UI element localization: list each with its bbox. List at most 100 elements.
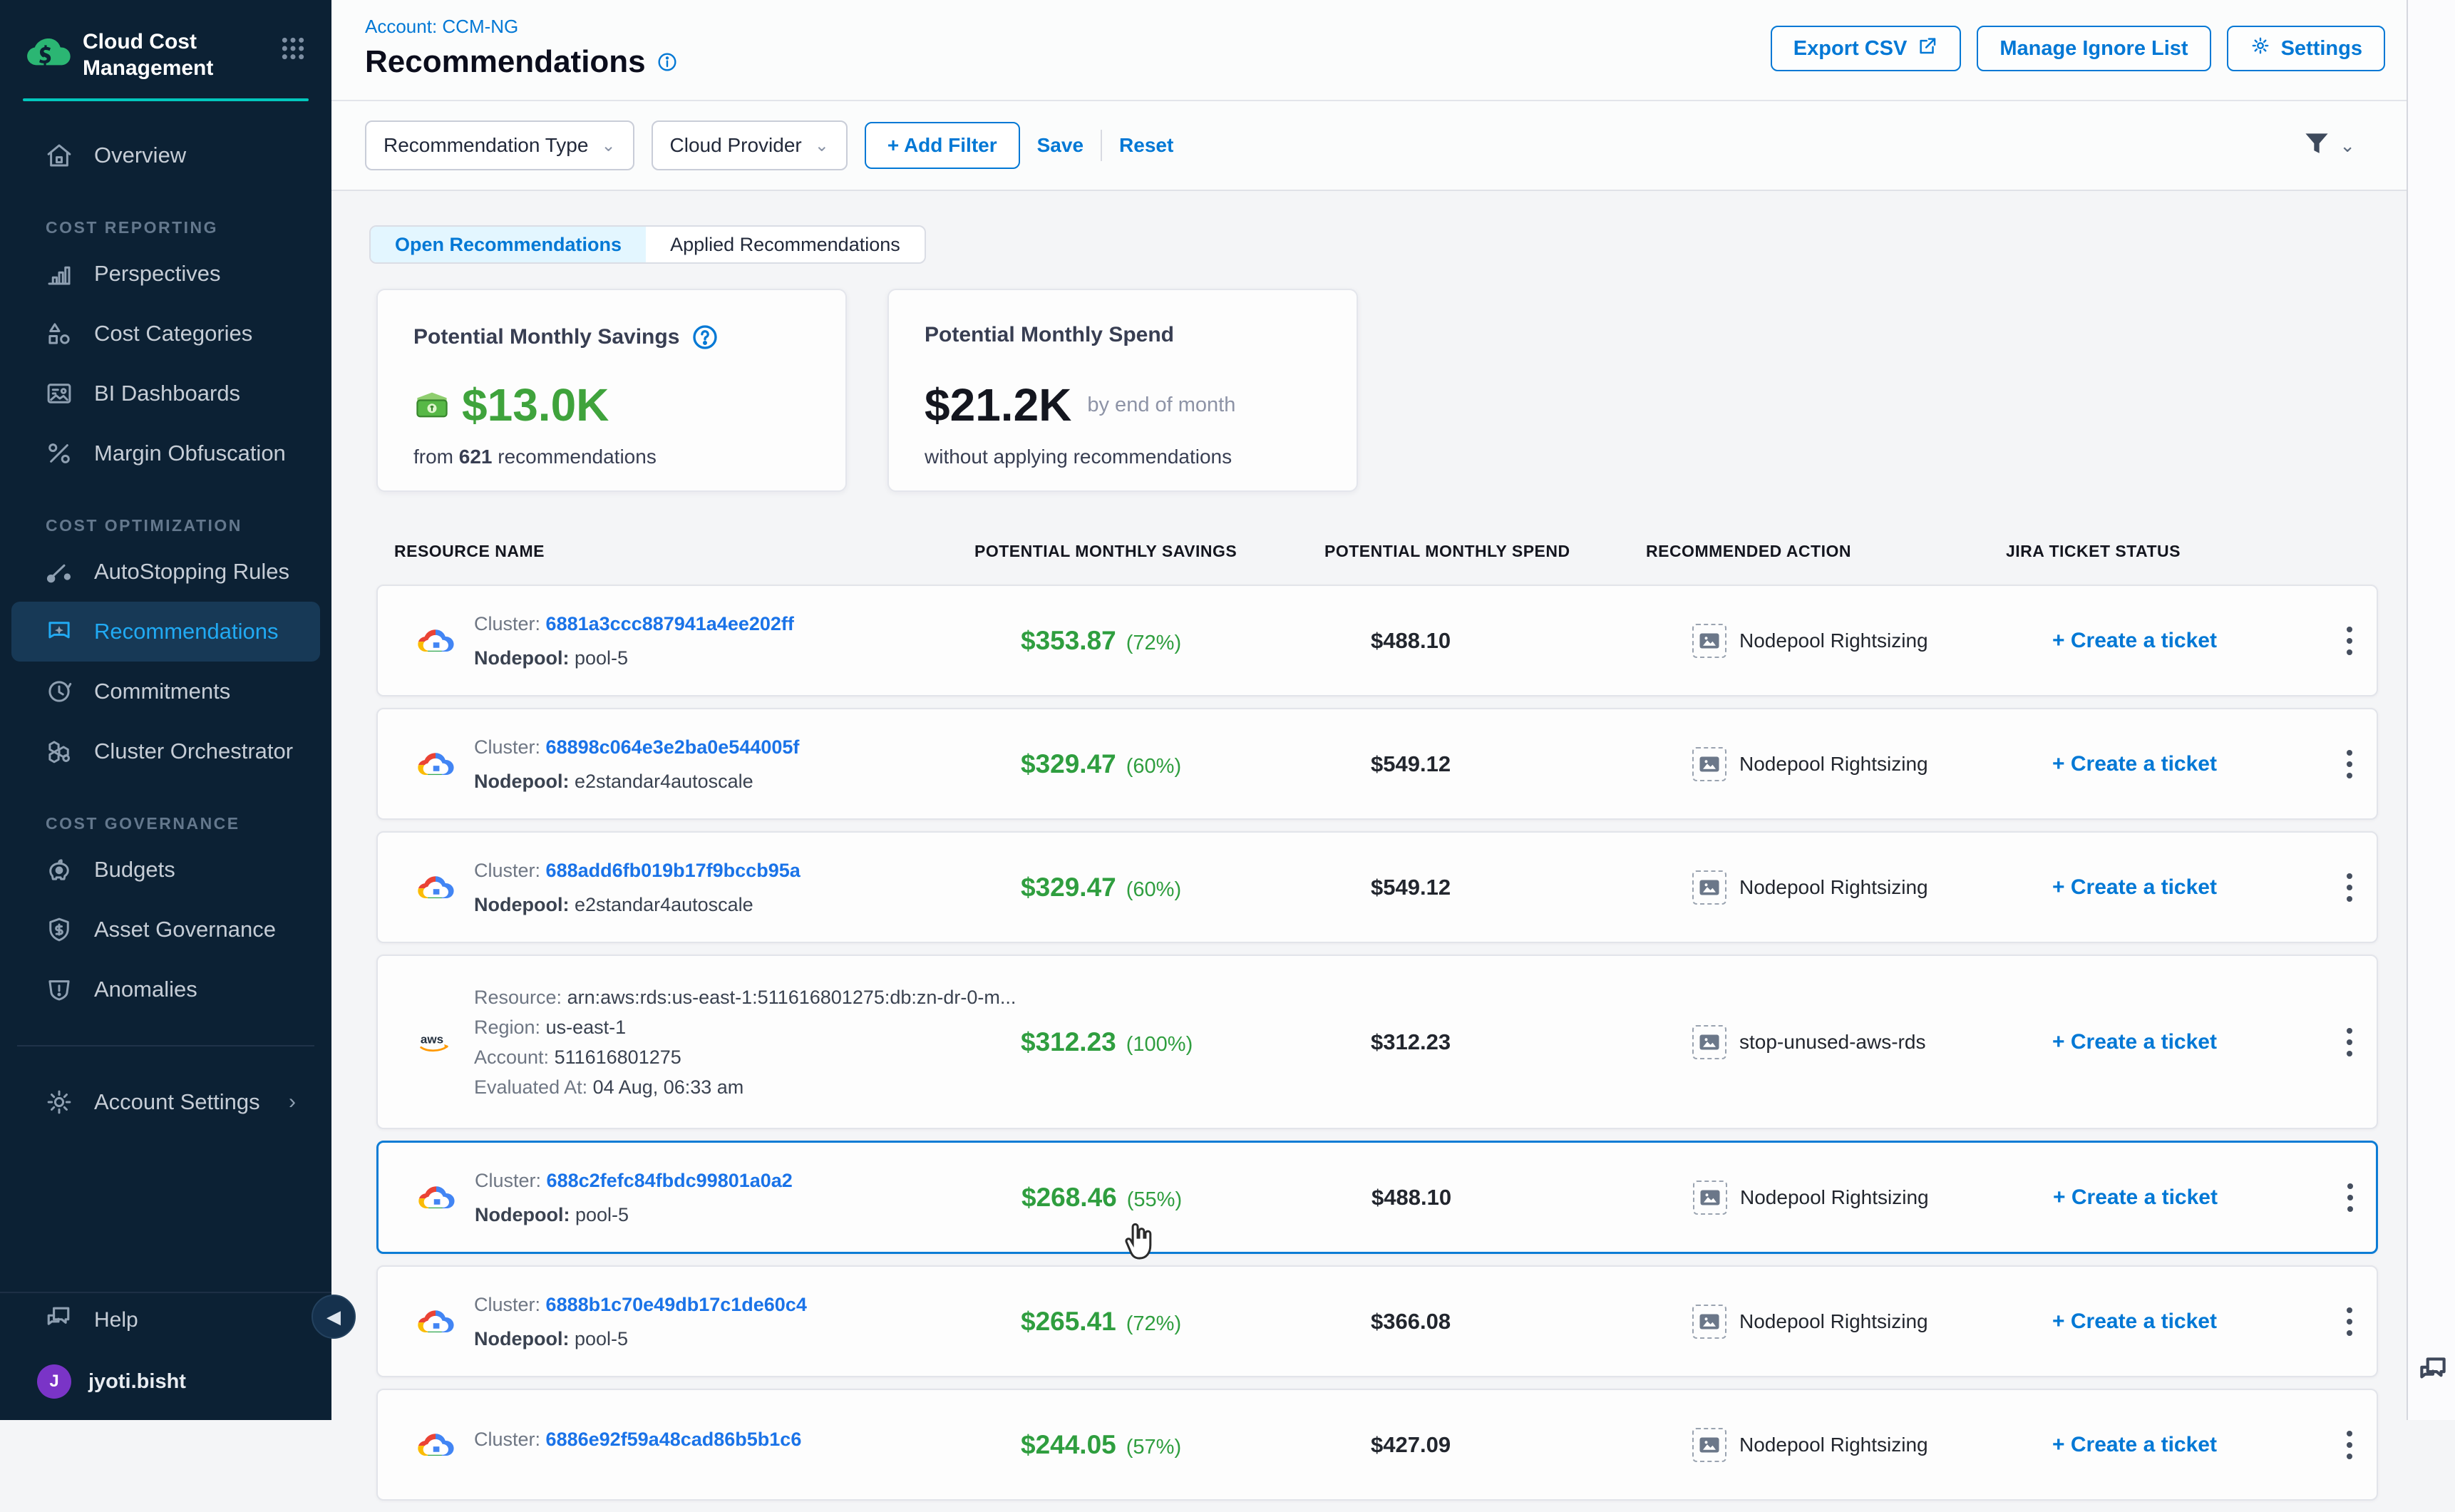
question-circle-icon[interactable] [691,323,719,351]
column-header: RESOURCE NAME [394,542,545,561]
spend-subtext: without applying recommendations [925,446,1232,468]
kebab-menu-icon[interactable] [2334,743,2365,786]
potential-monthly-savings-card: Potential Monthly Savings $13.0K from 62… [376,289,847,492]
spend-value: $427.09 [1371,1432,1451,1458]
sidebar-item-asset-governance[interactable]: Asset Governance [11,900,320,960]
sidebar-item-label: BI Dashboards [94,381,240,406]
app-title: Cloud Cost Management [83,29,213,81]
kebab-menu-icon[interactable] [2334,619,2365,662]
savings-cell: $312.23 (100%) [1021,1027,1193,1057]
add-filter-button[interactable]: + Add Filter [865,122,1020,169]
create-ticket-link[interactable]: + Create a ticket [2052,875,2217,900]
sidebar-item-label: Account Settings [94,1089,260,1115]
right-rail [2407,0,2455,1420]
resource-link[interactable]: 6886e92f59a48cad86b5b1c6 [546,1429,802,1450]
chat-bubbles-icon[interactable] [2415,1352,2451,1387]
sidebar-item-help[interactable]: Help [0,1293,331,1347]
info-icon[interactable] [656,51,679,73]
sidebar-item-account-settings[interactable]: Account Settings › [11,1072,320,1132]
table-row[interactable]: Cluster: 6888b1c70e49db17c1de60c4Nodepoo… [376,1265,2378,1377]
dashboard-icon [43,377,76,410]
ccm-logo-icon [26,30,71,76]
module-grid-icon[interactable] [279,34,307,63]
avatar: J [37,1364,71,1399]
spend-value: $488.10 [1371,1185,1451,1210]
reset-filter-link[interactable]: Reset [1119,134,1173,157]
sidebar-item-overview[interactable]: Overview [11,125,320,185]
recommendation-type-dropdown[interactable]: Recommendation Type⌄ [365,120,634,170]
table-body: Cluster: 6881a3ccc887941a4ee202ffNodepoo… [376,585,2378,1512]
savings-percent: (60%) [1126,878,1181,902]
breadcrumb-account[interactable]: Account: CCM-NG [365,16,518,38]
sidebar-item-autostopping-rules[interactable]: AutoStopping Rules [11,542,320,602]
resource-link[interactable]: 688add6fb019b17f9bccb95a [546,860,801,881]
table-row[interactable]: Cluster: 688c2fefc84fbdc99801a0a2Nodepoo… [376,1141,2378,1254]
resource-lines: Resource: arn:aws:rds:us-east-1:51161680… [474,956,1016,1128]
resource-line: Cluster: 688add6fb019b17f9bccb95a [474,859,801,882]
action-label: Nodepool Rightsizing [1739,876,1928,899]
resource-link[interactable]: 6881a3ccc887941a4ee202ff [546,613,794,634]
tab-applied-recommendations[interactable]: Applied Recommendations [646,227,925,262]
column-header: POTENTIAL MONTHLY SAVINGS [974,542,1237,561]
sidebar-item-label: Asset Governance [94,917,276,942]
save-filter-link[interactable]: Save [1037,134,1084,157]
chevron-down-icon: ⌄ [2340,135,2355,157]
create-ticket-link[interactable]: + Create a ticket [2052,752,2217,776]
manage-ignore-list-button[interactable]: Manage Ignore List [1977,26,2210,71]
resource-lines: Cluster: 6881a3ccc887941a4ee202ffNodepoo… [474,586,794,695]
piggy-icon [43,853,76,886]
resource-link[interactable]: 6888b1c70e49db17c1de60c4 [546,1294,807,1315]
create-ticket-link[interactable]: + Create a ticket [2052,1433,2217,1457]
sidebar-section-label: COST REPORTING [46,211,331,244]
savings-value: $329.47 [1021,873,1116,902]
table-row[interactable]: Cluster: 6881a3ccc887941a4ee202ffNodepoo… [376,585,2378,696]
sidebar-divider [17,1045,314,1046]
tab-open-recommendations[interactable]: Open Recommendations [371,227,646,262]
savings-cell: $268.46 (55%) [1021,1183,1182,1213]
table-row[interactable]: Cluster: 68898c064e3e2ba0e544005fNodepoo… [376,708,2378,820]
create-ticket-link[interactable]: + Create a ticket [2052,629,2217,653]
kebab-menu-icon[interactable] [2334,1300,2365,1343]
sidebar-item-cluster-orchestrator[interactable]: Cluster Orchestrator [11,721,320,781]
resource-line: Nodepool: pool-5 [474,1327,807,1350]
recommended-action-cell: Nodepool Rightsizing [1692,1428,1928,1462]
resource-link[interactable]: 688c2fefc84fbdc99801a0a2 [547,1170,793,1191]
sidebar-item-cost-categories[interactable]: Cost Categories [11,304,320,364]
kebab-menu-icon[interactable] [2334,866,2365,909]
sidebar-item-margin-obfuscation[interactable]: Margin Obfuscation [11,423,320,483]
savings-cell: $329.47 (60%) [1021,873,1181,902]
kebab-menu-icon[interactable] [2334,1424,2365,1466]
sidebar-item-anomalies[interactable]: Anomalies [11,960,320,1019]
savings-percent: (60%) [1126,755,1181,778]
recommended-action-cell: Nodepool Rightsizing [1692,747,1928,781]
settings-button[interactable]: Settings [2227,26,2385,71]
resource-line: Evaluated At: 04 Aug, 06:33 am [474,1076,1016,1099]
table-row[interactable]: Cluster: 688add6fb019b17f9bccb95a Nodepoo… [376,831,2378,943]
sidebar-item-recommendations[interactable]: Recommendations [11,602,320,662]
create-ticket-link[interactable]: + Create a ticket [2052,1310,2217,1334]
sidebar-item-budgets[interactable]: Budgets [11,840,320,900]
sidebar-item-commitments[interactable]: Commitments [11,662,320,721]
sidebar-item-label: Cluster Orchestrator [94,739,293,764]
rightsizing-action-icon [1692,747,1726,781]
filter-panel-toggle[interactable]: ⌄ [2301,128,2355,163]
table-row[interactable]: aws Resource: arn:aws:rds:us-east-1:5116… [376,955,2378,1129]
kebab-menu-icon[interactable] [2334,1021,2365,1064]
sidebar-item-bi-dashboards[interactable]: BI Dashboards [11,364,320,423]
recommended-action-cell: Nodepool Rightsizing [1692,1305,1928,1339]
create-ticket-link[interactable]: + Create a ticket [2053,1186,2218,1210]
sidebar-item-perspectives[interactable]: Perspectives [11,244,320,304]
sidebar-collapse-button[interactable]: ◀ [312,1295,356,1339]
create-ticket-link[interactable]: + Create a ticket [2052,1030,2217,1054]
resource-link[interactable]: 68898c064e3e2ba0e544005f [546,736,800,758]
cloud-provider-dropdown[interactable]: Cloud Provider⌄ [652,120,848,170]
kebab-menu-icon[interactable] [2335,1176,2366,1219]
user-profile[interactable]: J jyoti.bisht [0,1347,331,1416]
spend-value: $488.10 [1371,628,1451,654]
column-header: RECOMMENDED ACTION [1646,542,1851,561]
export-csv-button[interactable]: Export CSV [1771,26,1962,71]
table-row[interactable]: Cluster: 6886e92f59a48cad86b5b1c6 $244.0… [376,1389,2378,1501]
card-title: Potential Monthly Spend [925,323,1174,347]
hexagons-icon [43,735,76,768]
resource-line: Cluster: 688c2fefc84fbdc99801a0a2 [475,1169,793,1192]
